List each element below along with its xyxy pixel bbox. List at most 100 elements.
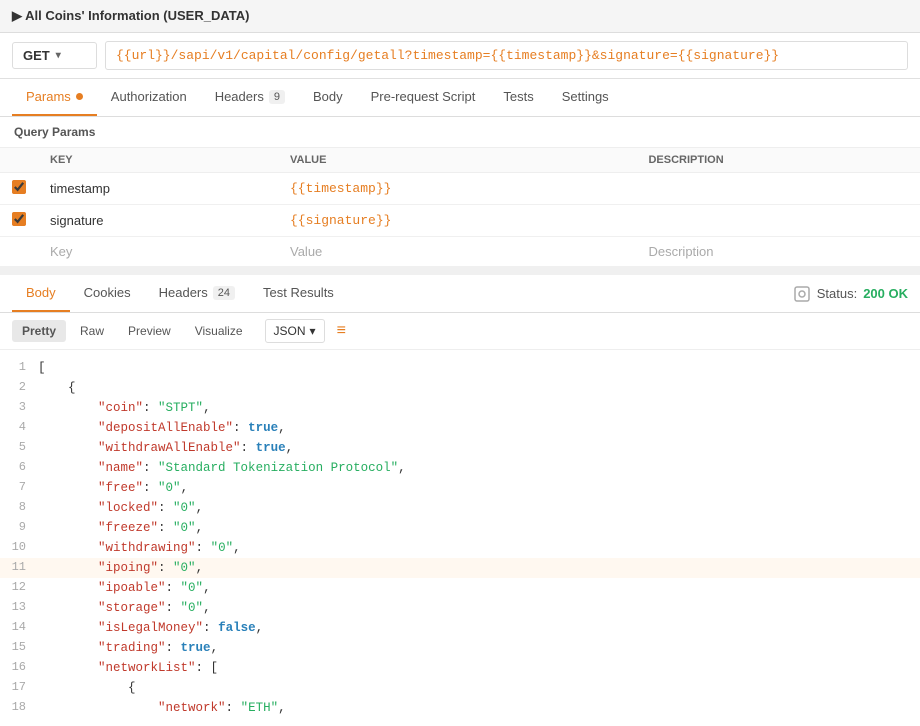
row-key[interactable]: timestamp: [38, 173, 278, 205]
tab-test-results-label: Test Results: [263, 285, 334, 300]
tab-authorization-label: Authorization: [111, 89, 187, 104]
tab-body[interactable]: Body: [299, 79, 357, 116]
row-checkbox-cell[interactable]: [0, 237, 38, 267]
code-content: "depositAllEnable": true,: [38, 418, 912, 438]
code-content: "freeze": "0",: [38, 518, 912, 538]
tab-prerequest-label: Pre-request Script: [371, 89, 476, 104]
body-tabs-row: Body Cookies Headers 24 Test Results Sta…: [0, 275, 920, 313]
tab-response-headers[interactable]: Headers 24: [145, 275, 249, 312]
tab-settings[interactable]: Settings: [548, 79, 623, 116]
line-number: 10: [8, 538, 38, 557]
tab-tests-label: Tests: [503, 89, 533, 104]
wrap-icon[interactable]: ≡: [337, 322, 346, 340]
row-key[interactable]: Key: [38, 237, 278, 267]
chevron-down-icon: ▾: [56, 50, 61, 61]
line-number: 16: [8, 658, 38, 677]
row-checkbox[interactable]: [12, 180, 26, 194]
line-number: 14: [8, 618, 38, 637]
code-content: {: [38, 378, 912, 398]
code-content: "trading": true,: [38, 638, 912, 658]
code-line: 5 "withdrawAllEnable": true,: [0, 438, 920, 458]
response-headers-badge: 24: [213, 286, 235, 300]
status-area: Status: 200 OK: [793, 285, 908, 303]
tab-response-headers-label: Headers: [159, 285, 208, 300]
raw-button[interactable]: Raw: [70, 320, 114, 342]
line-number: 2: [8, 378, 38, 397]
request-tabs: Params Authorization Headers 9 Body Pre-…: [0, 79, 920, 117]
row-value[interactable]: {{timestamp}}: [278, 173, 636, 205]
tab-cookies[interactable]: Cookies: [70, 275, 145, 312]
tab-authorization[interactable]: Authorization: [97, 79, 201, 116]
tab-body-label: Body: [313, 89, 343, 104]
line-number: 15: [8, 638, 38, 657]
code-line: 6 "name": "Standard Tokenization Protoco…: [0, 458, 920, 478]
row-key[interactable]: signature: [38, 205, 278, 237]
col-checkbox: [0, 148, 38, 173]
code-line: 14 "isLegalMoney": false,: [0, 618, 920, 638]
visualize-button[interactable]: Visualize: [185, 320, 253, 342]
tab-cookies-label: Cookies: [84, 285, 131, 300]
row-value[interactable]: {{signature}}: [278, 205, 636, 237]
line-number: 12: [8, 578, 38, 597]
format-select[interactable]: JSON ▾: [265, 319, 325, 343]
code-line: 12 "ipoable": "0",: [0, 578, 920, 598]
headers-badge: 9: [269, 90, 285, 104]
code-line: 17 {: [0, 678, 920, 698]
line-number: 5: [8, 438, 38, 457]
code-line: 13 "storage": "0",: [0, 598, 920, 618]
code-content: "isLegalMoney": false,: [38, 618, 912, 638]
code-line: 1 [: [0, 358, 920, 378]
params-dot: [76, 93, 83, 100]
table-row: timestamp {{timestamp}}: [0, 173, 920, 205]
code-viewer: 1 [ 2 { 3 "coin": "STPT", 4 "depositAllE…: [0, 350, 920, 726]
tab-body-response-label: Body: [26, 285, 56, 300]
code-toolbar: Pretty Raw Preview Visualize JSON ▾ ≡: [0, 313, 920, 350]
query-params-label: Query Params: [0, 117, 920, 147]
row-value[interactable]: Value: [278, 237, 636, 267]
code-content: "ipoing": "0",: [38, 558, 912, 578]
code-content: "name": "Standard Tokenization Protocol"…: [38, 458, 912, 478]
method-label: GET: [23, 48, 50, 63]
code-line: 15 "trading": true,: [0, 638, 920, 658]
code-line: 7 "free": "0",: [0, 478, 920, 498]
line-number: 17: [8, 678, 38, 697]
method-select[interactable]: GET ▾: [12, 42, 97, 69]
row-description: Description: [636, 237, 920, 267]
code-content: "free": "0",: [38, 478, 912, 498]
chevron-down-icon: ▾: [310, 324, 316, 338]
row-checkbox[interactable]: [12, 212, 26, 226]
line-number: 6: [8, 458, 38, 477]
tab-params[interactable]: Params: [12, 79, 97, 116]
code-content: "withdrawAllEnable": true,: [38, 438, 912, 458]
line-number: 4: [8, 418, 38, 437]
code-line: 18 "network": "ETH",: [0, 698, 920, 718]
tab-headers[interactable]: Headers 9: [201, 79, 299, 116]
row-checkbox-cell[interactable]: [0, 205, 38, 237]
code-content: "storage": "0",: [38, 598, 912, 618]
code-line: 11 "ipoing": "0",: [0, 558, 920, 578]
pretty-button[interactable]: Pretty: [12, 320, 66, 342]
code-content: "coin": "STPT",: [38, 398, 912, 418]
save-icon: [793, 285, 811, 303]
tab-test-results[interactable]: Test Results: [249, 275, 348, 312]
code-line: 9 "freeze": "0",: [0, 518, 920, 538]
code-line: 4 "depositAllEnable": true,: [0, 418, 920, 438]
col-key: KEY: [38, 148, 278, 173]
code-line: 2 {: [0, 378, 920, 398]
tab-headers-label: Headers: [215, 89, 264, 104]
line-number: 11: [8, 558, 38, 577]
col-value: VALUE: [278, 148, 636, 173]
status-value: 200 OK: [863, 286, 908, 301]
tab-prerequest[interactable]: Pre-request Script: [357, 79, 490, 116]
row-description: [636, 205, 920, 237]
row-checkbox-cell[interactable]: [0, 173, 38, 205]
tab-tests[interactable]: Tests: [489, 79, 547, 116]
url-input[interactable]: [105, 41, 908, 70]
preview-button[interactable]: Preview: [118, 320, 181, 342]
code-content: "locked": "0",: [38, 498, 912, 518]
table-row: signature {{signature}}: [0, 205, 920, 237]
tab-settings-label: Settings: [562, 89, 609, 104]
code-line: 8 "locked": "0",: [0, 498, 920, 518]
top-bar: ▶ All Coins' Information (USER_DATA): [0, 0, 920, 33]
tab-body-response[interactable]: Body: [12, 275, 70, 312]
